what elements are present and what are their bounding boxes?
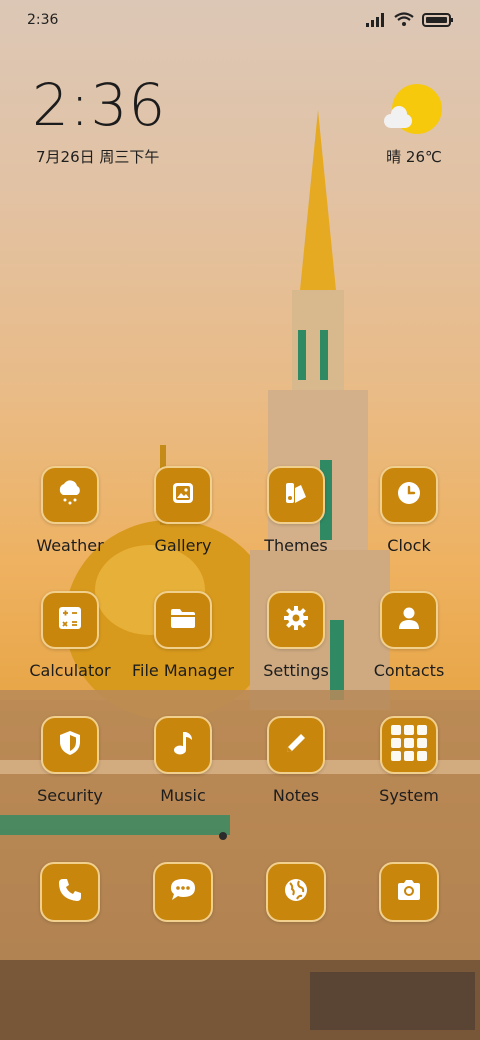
app-folder-system[interactable]: System [349,716,469,805]
app-label: Contacts [373,661,445,680]
app-clock[interactable]: Clock [349,466,469,555]
app-label: Settings [263,661,329,680]
folder-grid-icon [389,723,429,767]
app-label: Notes [272,786,320,805]
clock-widget-time[interactable]: 2:36 [32,76,166,134]
calculator-icon [58,606,82,634]
dock-phone[interactable] [10,862,130,922]
clock-widget-date: 7月26日 周三下午 [36,148,160,166]
app-label: Gallery [154,536,212,555]
app-label: Weather [36,536,104,555]
app-file-manager[interactable]: File Manager [123,591,243,680]
weather-widget-text: 晴 26℃ [386,148,442,166]
music-note-icon [172,730,194,760]
image-icon [171,481,195,509]
camera-icon [396,879,422,905]
person-icon [398,606,420,634]
app-music[interactable]: Music [123,716,243,805]
cloud-icon [384,106,412,128]
folder-icon [170,607,196,633]
pencil-icon [283,730,309,760]
status-bar: 2:36 [0,0,480,42]
clock-icon [396,480,422,510]
app-notes[interactable]: Notes [236,716,356,805]
dock-messages[interactable] [123,862,243,922]
signal-icon [366,12,386,31]
page-indicator [219,832,227,840]
app-label: Music [160,786,206,805]
palette-icon [283,480,309,510]
app-settings[interactable]: Settings [236,591,356,680]
app-gallery[interactable]: Gallery [123,466,243,555]
app-contacts[interactable]: Contacts [349,591,469,680]
app-label: Security [37,786,103,805]
app-label: Themes [264,536,328,555]
app-label: File Manager [132,661,234,680]
message-icon [169,877,197,907]
phone-icon [57,877,83,907]
app-label: Calculator [29,661,111,680]
dock-camera[interactable] [349,862,469,922]
app-label: System [379,786,439,805]
wifi-icon [394,12,414,31]
gear-icon [283,605,309,635]
shield-icon [59,730,81,760]
status-time: 2:36 [27,12,59,28]
app-calculator[interactable]: Calculator [10,591,130,680]
battery-icon [422,12,454,31]
cloud-rain-icon [56,480,84,510]
globe-icon [283,877,309,907]
dock-browser[interactable] [236,862,356,922]
app-security[interactable]: Security [10,716,130,805]
app-label: Clock [387,536,431,555]
app-weather[interactable]: Weather [10,466,130,555]
app-themes[interactable]: Themes [236,466,356,555]
